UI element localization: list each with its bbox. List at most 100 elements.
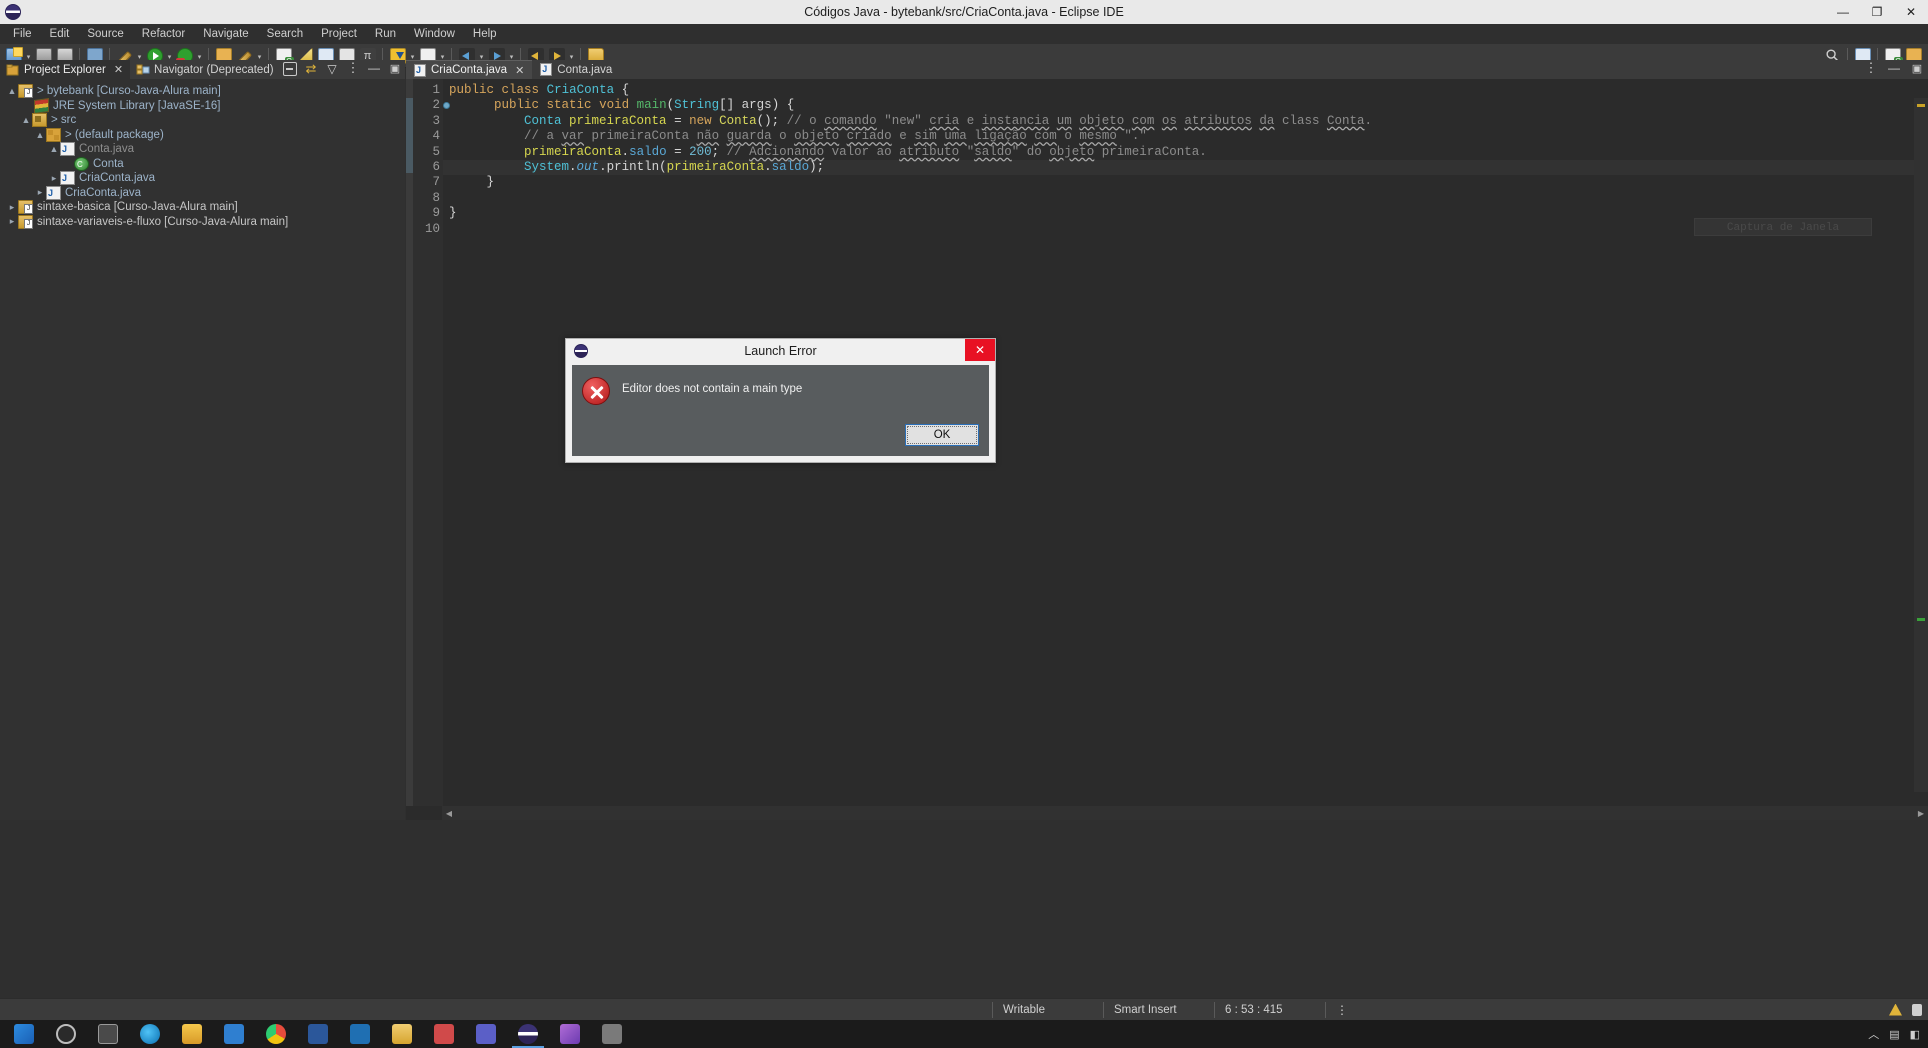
overview-ruler[interactable]: [1914, 98, 1928, 792]
dialog-message-row: Editor does not contain a main type: [572, 365, 989, 405]
error-icon: [582, 377, 610, 405]
view-filter-icon[interactable]: ▽: [325, 62, 339, 76]
editor-tab-conta[interactable]: Conta.java: [532, 60, 620, 79]
window-title-bar: Códigos Java - bytebank/src/CriaConta.ja…: [0, 0, 1928, 24]
tab-close-icon[interactable]: ✕: [114, 63, 123, 76]
teams-button[interactable]: [466, 1020, 506, 1048]
menu-navigate[interactable]: Navigate: [194, 26, 257, 42]
start-button[interactable]: [4, 1020, 44, 1048]
minimize-icon[interactable]: —: [1887, 62, 1901, 76]
chrome-button[interactable]: [256, 1020, 296, 1048]
view-menu-icon[interactable]: ⋮: [346, 61, 360, 76]
tree-item-bytebank[interactable]: ▲ > bytebank [Curso-Java-Alura main]: [0, 84, 405, 99]
menu-bar: File Edit Source Refactor Navigate Searc…: [0, 24, 1928, 44]
line-number: 10: [424, 221, 440, 236]
status-menu-icon[interactable]: ⋮: [1326, 1003, 1358, 1017]
scroll-left-icon[interactable]: ◀: [442, 809, 456, 818]
explorer-button[interactable]: [172, 1020, 212, 1048]
annotation-mark: [406, 98, 413, 113]
collapse-all-icon[interactable]: [283, 62, 297, 76]
paint-button[interactable]: [550, 1020, 590, 1048]
tray-up-icon[interactable]: ︿: [1868, 1026, 1879, 1042]
editor-tab-close-icon[interactable]: ✕: [515, 64, 524, 77]
pin-icon[interactable]: [1912, 1003, 1922, 1016]
network-icon[interactable]: ▤: [1889, 1028, 1899, 1041]
task-view-button[interactable]: [88, 1020, 128, 1048]
windows-taskbar: ︿ ▤ ◧: [0, 1020, 1928, 1048]
word-button[interactable]: [298, 1020, 338, 1048]
menu-edit[interactable]: Edit: [41, 26, 79, 42]
twisty-icon[interactable]: ▲: [20, 115, 32, 125]
eclipse-button[interactable]: [508, 1020, 548, 1048]
tree-item-default-package[interactable]: ▲ > (default package): [0, 127, 405, 143]
menu-search[interactable]: Search: [258, 26, 312, 42]
store-button[interactable]: [214, 1020, 254, 1048]
twisty-icon[interactable]: ▸: [34, 187, 46, 198]
warning-icon[interactable]: [1889, 1003, 1902, 1016]
tree-item-label: CriaConta.java: [65, 186, 142, 199]
search-button[interactable]: [46, 1020, 86, 1048]
paint-icon: [560, 1024, 580, 1044]
editor-tab-label: Conta.java: [557, 63, 613, 76]
maximize-icon[interactable]: ▣: [1910, 62, 1924, 76]
minimize-icon[interactable]: —: [367, 62, 381, 76]
minimize-button[interactable]: —: [1826, 0, 1860, 24]
twisty-icon[interactable]: ▲: [48, 144, 60, 154]
line-number-ruler: 1 2 3 4 5 6 7 8 9 10: [413, 79, 450, 806]
editor-tab-criaconta[interactable]: CriaConta.java ✕: [406, 60, 533, 79]
editor-tab-bar: CriaConta.java ✕ Conta.java ⋮ — ▣: [406, 60, 1928, 79]
twisty-icon[interactable]: ▲: [34, 130, 46, 140]
twisty-icon: ·: [62, 159, 74, 169]
menu-project[interactable]: Project: [312, 26, 366, 42]
link-with-editor-icon[interactable]: ⇄: [304, 62, 318, 76]
tree-item-conta-class[interactable]: · Conta: [0, 156, 405, 172]
dialog-close-button[interactable]: ✕: [965, 339, 995, 361]
menu-run[interactable]: Run: [366, 26, 405, 42]
close-button[interactable]: ✕: [1894, 0, 1928, 24]
edge-icon: [140, 1024, 160, 1044]
scroll-track[interactable]: [456, 806, 1914, 820]
menu-window[interactable]: Window: [405, 26, 464, 42]
menu-file[interactable]: File: [4, 26, 41, 42]
ok-button[interactable]: OK: [905, 424, 979, 446]
volume-icon[interactable]: ◧: [1910, 1028, 1920, 1041]
tab-project-explorer[interactable]: Project Explorer ✕: [0, 60, 131, 79]
horizontal-scrollbar[interactable]: ◀ ▶: [442, 806, 1928, 820]
project-explorer-panel: Project Explorer ✕ Navigator (Deprecated…: [0, 60, 405, 820]
scroll-right-icon[interactable]: ▶: [1914, 809, 1928, 818]
editor-annotation-ruler[interactable]: [406, 79, 413, 806]
java-file-icon: [540, 63, 553, 76]
tree-item-conta-java[interactable]: ▲ Conta.java: [0, 142, 405, 157]
twisty-icon[interactable]: ▲: [6, 86, 18, 96]
maximize-icon[interactable]: ▣: [388, 62, 402, 76]
twisty-icon[interactable]: ▸: [48, 173, 60, 184]
vscode-button[interactable]: [340, 1020, 380, 1048]
media-button[interactable]: [424, 1020, 464, 1048]
tree-item-src[interactable]: ▲ > src: [0, 113, 405, 128]
menu-help[interactable]: Help: [464, 26, 506, 42]
maximize-button[interactable]: ❐: [1860, 0, 1894, 24]
tree-item-label: Conta.java: [79, 143, 134, 156]
tree-item-jre-library[interactable]: · JRE System Library [JavaSE-16]: [0, 97, 405, 114]
app-button[interactable]: [592, 1020, 632, 1048]
twisty-icon[interactable]: ▸: [6, 202, 18, 213]
tree-item-criaconta-java-outer[interactable]: ▸ CriaConta.java: [0, 185, 405, 201]
tab-navigator[interactable]: Navigator (Deprecated): [130, 60, 281, 79]
edge-button[interactable]: [130, 1020, 170, 1048]
view-menu-icon[interactable]: ⋮: [1864, 61, 1878, 76]
java-project-icon: [18, 200, 33, 215]
code-line-7: }: [449, 175, 495, 190]
annotation-mark: [406, 143, 413, 158]
line-number: 6: [432, 159, 440, 174]
code-line-4: // a var primeiraConta não guarda o obje…: [524, 129, 1147, 144]
tree-item-criaconta-java-inner[interactable]: ▸ CriaConta.java: [0, 171, 405, 186]
twisty-icon[interactable]: ▸: [6, 216, 18, 227]
menu-refactor[interactable]: Refactor: [133, 26, 194, 42]
overview-warning-mark: [1917, 104, 1925, 107]
folder-button[interactable]: [382, 1020, 422, 1048]
code-line-2: public static void main(String[] args) {: [494, 98, 795, 113]
tree-item-sintaxe-basica[interactable]: ▸ sintaxe-basica [Curso-Java-Alura main]: [0, 200, 405, 215]
tree-item-sintaxe-variaveis-e-fluxo[interactable]: ▸ sintaxe-variaveis-e-fluxo [Curso-Java-…: [0, 214, 405, 230]
menu-source[interactable]: Source: [78, 26, 132, 42]
